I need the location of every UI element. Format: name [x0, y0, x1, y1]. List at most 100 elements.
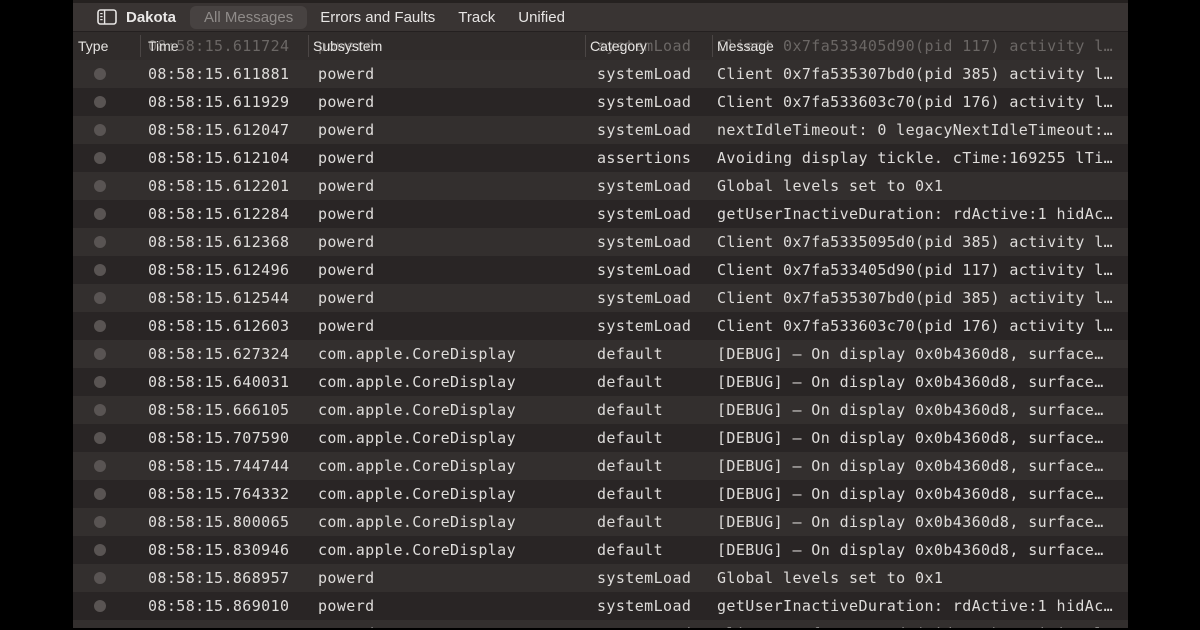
time-cell: 08:58:15.627324	[148, 340, 289, 368]
time-cell: 08:58:15.612284	[148, 200, 289, 228]
message-cell: Client 0x7fa533603c70(pid 176) activity …	[717, 88, 1126, 116]
log-level-dot-icon	[94, 460, 106, 472]
table-row[interactable]: 08:58:15.611881powerdsystemLoadClient 0x…	[73, 60, 1128, 88]
sidebar-toggle-icon[interactable]	[97, 9, 117, 25]
table-row[interactable]: 08:58:15.764332com.apple.CoreDisplaydefa…	[73, 480, 1128, 508]
console-window: Dakota All Messages Errors and Faults Tr…	[73, 0, 1128, 628]
message-cell: [DEBUG] – On display 0x0b4360d8, surface…	[717, 396, 1126, 424]
time-cell: 08:58:15.910912	[148, 620, 289, 628]
message-cell: nextIdleTimeout: 0 legacyNextIdleTimeout…	[717, 116, 1126, 144]
table-row[interactable]: 08:58:15.612047 powerd systemLoad nextIdleT…	[73, 116, 1128, 144]
column-divider[interactable]	[585, 35, 586, 57]
time-cell: 08:58:15.666105	[148, 396, 289, 424]
message-cell: [DEBUG] – On display 0x0b4360d8, surface…	[717, 480, 1126, 508]
subsystem-cell: powerd	[318, 116, 375, 144]
log-level-dot-icon	[94, 236, 106, 248]
table-row[interactable]: 08:58:15.612544powerdsystemLoadClient 0x…	[73, 284, 1128, 312]
category-cell: systemLoad	[597, 620, 691, 628]
log-level-dot-icon	[94, 488, 106, 500]
column-divider[interactable]	[140, 35, 141, 57]
category-cell: systemLoad	[597, 60, 691, 88]
message-cell: Client 0x7fa5335095d0(pid 385) activity …	[717, 228, 1126, 256]
log-level-dot-icon	[94, 292, 106, 304]
tab-unified[interactable]: Unified	[518, 9, 565, 26]
log-level-dot-icon	[94, 516, 106, 528]
table-row[interactable]: 08:58:15.612104powerdassertionsAvoiding …	[73, 144, 1128, 172]
column-header-category[interactable]: Category	[590, 32, 647, 60]
category-cell: systemLoad	[597, 564, 691, 592]
time-cell: 08:58:15.868957	[148, 564, 289, 592]
log-level-dot-icon	[94, 68, 106, 80]
subsystem-cell: powerd	[318, 172, 375, 200]
table-row[interactable]: 08:58:15.800065com.apple.CoreDisplaydefa…	[73, 508, 1128, 536]
message-cell: [DEBUG] – On display 0x0b4360d8, surface…	[717, 368, 1126, 396]
time-cell: 08:58:15.800065	[148, 508, 289, 536]
time-cell: 08:58:15.640031	[148, 368, 289, 396]
category-cell: default	[597, 340, 663, 368]
column-divider[interactable]	[308, 35, 309, 57]
table-row[interactable]: 08:58:15.612368powerdsystemLoadClient 0x…	[73, 228, 1128, 256]
table-row[interactable]: 08:58:15.612496powerdsystemLoadClient 0x…	[73, 256, 1128, 284]
subsystem-cell: powerd	[318, 284, 375, 312]
toolbar-tabs: Errors and Faults Track Unified	[320, 9, 565, 26]
column-header-time[interactable]: Time	[148, 32, 179, 60]
table-row[interactable]: 08:58:15.707590com.apple.CoreDisplaydefa…	[73, 424, 1128, 452]
category-cell: default	[597, 480, 663, 508]
message-cell: getUserInactiveDuration: rdActive:1 hidA…	[717, 592, 1126, 620]
message-cell: Client 0x7fa535307bd0(pid 385) activity …	[717, 60, 1126, 88]
category-cell: systemLoad	[597, 172, 691, 200]
subsystem-cell: com.apple.CoreDisplay	[318, 536, 516, 564]
subsystem-cell: com.apple.CoreDisplay	[318, 424, 516, 452]
subsystem-cell: com.apple.CoreDisplay	[318, 396, 516, 424]
tab-track[interactable]: Track	[458, 9, 495, 26]
table-row[interactable]: 08:58:15.830946com.apple.CoreDisplaydefa…	[73, 536, 1128, 564]
column-header-message[interactable]: Message	[717, 32, 774, 60]
subsystem-cell: powerd	[318, 88, 375, 116]
table-row[interactable]: 08:58:15.612201powerdsystemLoadGlobal le…	[73, 172, 1128, 200]
table-row[interactable]: 08:58:15.612284powerdsystemLoadgetUserIn…	[73, 200, 1128, 228]
table-row[interactable]: 08:58:15.744744com.apple.CoreDisplaydefa…	[73, 452, 1128, 480]
category-cell: default	[597, 396, 663, 424]
table-row[interactable]: 08:58:15.868957powerdsystemLoadGlobal le…	[73, 564, 1128, 592]
log-level-dot-icon	[94, 180, 106, 192]
toolbar: Dakota All Messages Errors and Faults Tr…	[73, 0, 1128, 32]
column-divider[interactable]	[712, 35, 713, 57]
tab-all-messages[interactable]: All Messages	[190, 6, 307, 29]
subsystem-cell: powerd	[318, 228, 375, 256]
table-row[interactable]: 08:58:15.910912powerdsystemLoadClient 0x…	[73, 620, 1128, 628]
column-header-subsystem[interactable]: Subsystem	[313, 32, 382, 60]
log-level-dot-icon	[94, 264, 106, 276]
time-cell: 08:58:15.869010	[148, 592, 289, 620]
column-header-type[interactable]: Type	[78, 32, 108, 60]
tab-errors-and-faults[interactable]: Errors and Faults	[320, 9, 435, 26]
message-cell: Avoiding display tickle. cTime:169255 lT…	[717, 144, 1126, 172]
category-cell: systemLoad	[597, 116, 691, 144]
category-cell: systemLoad	[597, 284, 691, 312]
table-row[interactable]: 08:58:15.666105 com.apple.CoreDisplay defa…	[73, 396, 1128, 424]
subsystem-cell: powerd	[318, 144, 375, 172]
category-cell: default	[597, 508, 663, 536]
log-level-dot-icon	[94, 124, 106, 136]
table-row[interactable]: 08:58:15.612603powerdsystemLoadClient 0x…	[73, 312, 1128, 340]
subsystem-cell: com.apple.CoreDisplay	[318, 368, 516, 396]
subsystem-cell: powerd	[318, 620, 375, 628]
table-row[interactable]: 08:58:15.640031com.apple.CoreDisplaydefa…	[73, 368, 1128, 396]
time-cell: 08:58:15.612603	[148, 312, 289, 340]
subsystem-cell: powerd	[318, 592, 375, 620]
time-cell: 08:58:15.612104	[148, 144, 289, 172]
subsystem-cell: powerd	[318, 312, 375, 340]
log-rows: 08:58:15.611724powerdsystemLoadClient 0x…	[73, 32, 1128, 628]
log-level-dot-icon	[94, 208, 106, 220]
log-level-dot-icon	[94, 348, 106, 360]
log-level-dot-icon	[94, 376, 106, 388]
subsystem-cell: com.apple.CoreDisplay	[318, 452, 516, 480]
table-row[interactable]: 08:58:15.869010powerdsystemLoadgetUserIn…	[73, 592, 1128, 620]
subsystem-cell: com.apple.CoreDisplay	[318, 340, 516, 368]
table-row[interactable]: 08:58:15.627324 com.apple.CoreDisplay defa…	[73, 340, 1128, 368]
time-cell: 08:58:15.612047	[148, 116, 289, 144]
table-row[interactable]: 08:58:15.611929powerdsystemLoadClient 0x…	[73, 88, 1128, 116]
time-cell: 08:58:15.611881	[148, 60, 289, 88]
table-header: Type Time Subsystem Category Message	[73, 32, 1128, 60]
category-cell: systemLoad	[597, 88, 691, 116]
message-cell: Global levels set to 0x1	[717, 564, 1126, 592]
